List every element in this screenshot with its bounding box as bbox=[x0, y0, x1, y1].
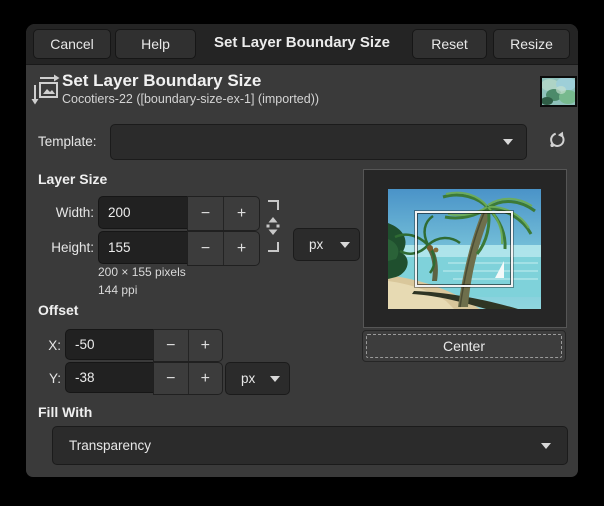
offset-preview-panel bbox=[363, 169, 567, 328]
chevron-down-icon bbox=[503, 139, 513, 145]
width-increment-button[interactable]: + bbox=[223, 197, 259, 230]
offset-x-decrement-button[interactable]: − bbox=[154, 330, 188, 361]
size-unit-combo[interactable]: px bbox=[293, 228, 360, 261]
template-label: Template: bbox=[38, 134, 97, 149]
layer-resize-icon bbox=[31, 72, 61, 111]
revert-icon bbox=[547, 138, 567, 153]
offset-heading: Offset bbox=[38, 302, 78, 318]
layer-boundary-overlay bbox=[415, 211, 513, 287]
offset-x-input[interactable] bbox=[65, 329, 154, 360]
layer-thumbnail bbox=[540, 76, 577, 107]
chain-link-button[interactable] bbox=[264, 198, 284, 256]
offset-y-increment-button[interactable]: + bbox=[188, 363, 223, 394]
fill-with-value: Transparency bbox=[53, 438, 541, 453]
titlebar[interactable]: Cancel Help Set Layer Boundary Size Rese… bbox=[26, 24, 578, 65]
width-input[interactable] bbox=[98, 196, 188, 229]
height-spinner: − + bbox=[187, 231, 260, 266]
height-decrement-button[interactable]: − bbox=[188, 232, 223, 265]
width-spinner: − + bbox=[187, 196, 260, 231]
resize-button[interactable]: Resize bbox=[493, 29, 570, 59]
size-unit-value: px bbox=[294, 237, 340, 252]
width-decrement-button[interactable]: − bbox=[188, 197, 223, 230]
height-increment-button[interactable]: + bbox=[223, 232, 259, 265]
offset-unit-value: px bbox=[226, 371, 270, 386]
layer-size-heading: Layer Size bbox=[38, 171, 107, 187]
center-button-label: Center bbox=[443, 338, 485, 354]
screenshot-stage: Cancel Help Set Layer Boundary Size Rese… bbox=[0, 0, 604, 506]
height-input[interactable] bbox=[98, 231, 188, 264]
template-revert-button[interactable] bbox=[542, 128, 572, 154]
resolution-info: 144 ppi bbox=[98, 283, 137, 297]
chevron-down-icon bbox=[270, 376, 280, 382]
chevron-down-icon bbox=[541, 443, 551, 449]
layer-preview-image[interactable] bbox=[388, 189, 541, 309]
chevron-down-icon bbox=[340, 242, 350, 248]
center-button[interactable]: Center bbox=[362, 330, 566, 362]
dialog-subheading: Cocotiers-22 ([boundary-size-ex-1] (impo… bbox=[62, 92, 319, 106]
offset-y-decrement-button[interactable]: − bbox=[154, 363, 188, 394]
fill-with-combo[interactable]: Transparency bbox=[52, 426, 568, 465]
chain-broken-vertical-icon bbox=[266, 242, 282, 257]
offset-x-spinner: − + bbox=[153, 329, 223, 362]
offset-x-increment-button[interactable]: + bbox=[188, 330, 223, 361]
size-info: 200 × 155 pixels bbox=[98, 265, 186, 279]
offset-x-label: X: bbox=[26, 338, 61, 353]
fill-with-heading: Fill With bbox=[38, 404, 92, 420]
dialog-heading: Set Layer Boundary Size bbox=[62, 71, 261, 91]
offset-unit-combo[interactable]: px bbox=[225, 362, 290, 395]
offset-y-input[interactable] bbox=[65, 362, 154, 393]
offset-y-spinner: − + bbox=[153, 362, 223, 395]
reset-button[interactable]: Reset bbox=[412, 29, 487, 59]
offset-y-label: Y: bbox=[26, 371, 61, 386]
dialog-set-layer-boundary-size: Cancel Help Set Layer Boundary Size Rese… bbox=[26, 24, 578, 477]
height-label: Height: bbox=[26, 240, 94, 255]
width-label: Width: bbox=[26, 205, 94, 220]
template-combo[interactable] bbox=[110, 124, 527, 160]
